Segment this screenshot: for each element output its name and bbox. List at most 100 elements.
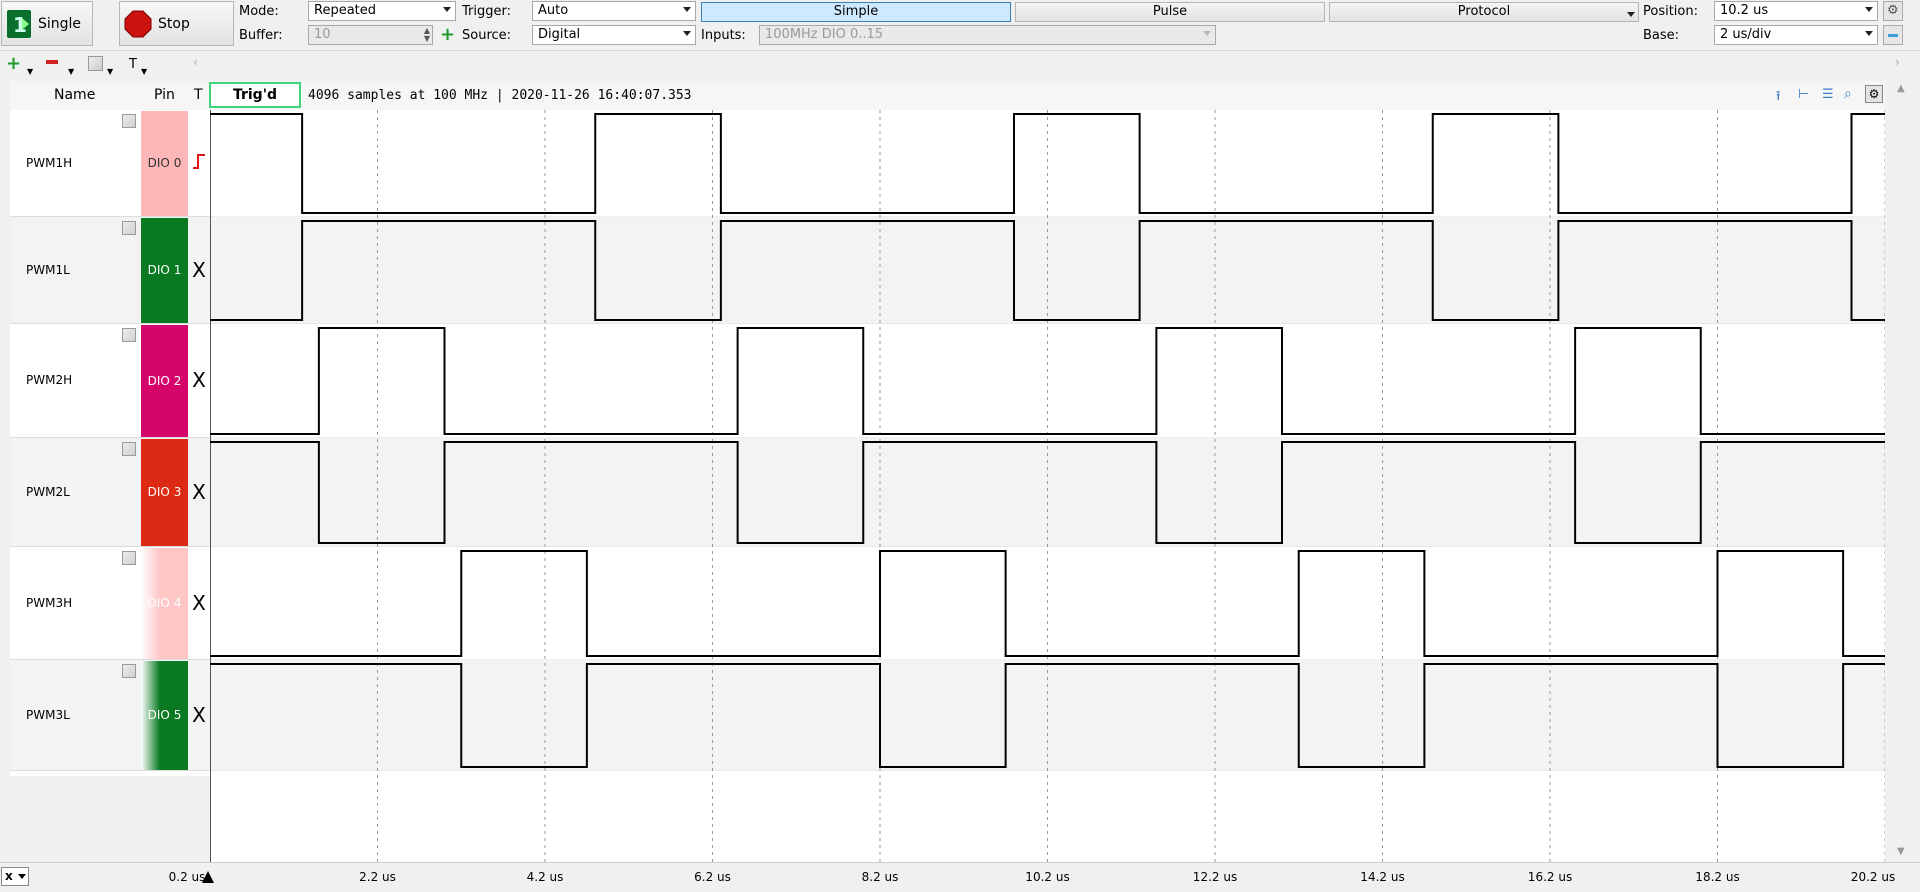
remove-channel-icon[interactable] — [46, 60, 58, 64]
inputs-select[interactable]: 100MHz DIO 0..15 — [759, 25, 1216, 45]
pin-badge[interactable]: DIO 0 — [141, 111, 188, 216]
trigger-position-marker[interactable] — [202, 871, 214, 883]
chevron-down-icon — [18, 874, 26, 879]
position-config-icon[interactable]: ⚙ — [1883, 1, 1903, 21]
scroll-down-icon[interactable]: ▼ — [1897, 846, 1905, 857]
channel-name: PWM3H — [26, 595, 73, 610]
tab-protocol[interactable]: Protocol — [1329, 2, 1639, 22]
list-icon[interactable]: ☰ — [1822, 87, 1834, 102]
trigger-ignore-icon[interactable]: X — [190, 368, 208, 392]
edit-channel-icon[interactable] — [122, 221, 136, 235]
mode-value: Repeated — [314, 3, 377, 18]
axis-menu-button[interactable]: x — [1, 867, 29, 886]
source-select[interactable]: Digital — [532, 25, 696, 45]
pin-badge[interactable]: DIO 1 — [141, 218, 188, 323]
chevron-down-icon[interactable]: ▼ — [107, 67, 113, 76]
inputs-value: 100MHz DIO 0..15 — [765, 27, 884, 42]
trigger-ignore-icon[interactable]: X — [190, 480, 208, 504]
add-channel-icon[interactable]: + — [6, 53, 21, 74]
time-tick-label: 16.2 us — [1527, 870, 1573, 884]
scroll-up-icon[interactable]: ▲ — [1897, 83, 1905, 94]
trigger-ignore-icon[interactable]: X — [190, 258, 208, 282]
stop-button[interactable]: Stop — [119, 1, 234, 46]
single-run-icon: 1 — [7, 9, 31, 38]
chevron-down-icon[interactable]: ▼ — [27, 67, 33, 76]
channel-row-pwm2l[interactable]: PWM2L DIO 3 X — [10, 438, 210, 547]
time-tick-label: 20.2 us — [1850, 870, 1896, 884]
channel-name: PWM1L — [26, 262, 70, 277]
rising-edge-trigger-icon[interactable] — [190, 151, 208, 175]
spin-arrows-icon: ▲ ▼ — [423, 26, 430, 43]
chevron-down-icon[interactable]: ▼ — [141, 67, 147, 76]
trigger-status-text: Trig'd — [232, 87, 278, 103]
chevron-down-icon — [683, 7, 691, 12]
single-button[interactable]: 1 Single — [1, 1, 93, 46]
channel-row-pwm3l[interactable]: PWM3L DIO 5 X — [10, 660, 210, 771]
pin-badge[interactable]: DIO 4 — [141, 548, 188, 659]
edit-channel-icon[interactable] — [122, 664, 136, 678]
inputs-label: Inputs: — [701, 28, 746, 43]
align-left-icon[interactable]: ⊢ — [1798, 87, 1809, 102]
pin-badge[interactable]: DIO 2 — [141, 325, 188, 437]
mode-label: Mode: — [239, 4, 279, 19]
pin-label: DIO 2 — [147, 374, 182, 388]
pin-badge[interactable]: DIO 3 — [141, 439, 188, 546]
trigger-ignore-icon[interactable]: X — [190, 591, 208, 615]
buffer-spinbox[interactable]: 10 ▲ ▼ — [308, 25, 433, 45]
waveform-plot[interactable] — [210, 110, 1885, 862]
channel-name: PWM2H — [26, 373, 73, 387]
chevron-down-icon — [683, 31, 691, 36]
vertical-scrollbar[interactable]: ▲ ▼ — [1885, 81, 1920, 861]
channel-toolbar: + ▼ ▼ ▼ T ▼ ‹ › — [0, 51, 1920, 81]
single-label: Single — [38, 15, 82, 32]
base-value: 2 us/div — [1720, 27, 1772, 42]
tab-pulse-label: Pulse — [1152, 4, 1188, 19]
time-tick-label: 2.2 us — [359, 870, 396, 884]
tab-simple[interactable]: Simple — [701, 2, 1011, 22]
position-select[interactable]: 10.2 us — [1714, 1, 1878, 21]
channel-row-pwm1h[interactable]: PWM1H DIO 0 — [10, 110, 210, 217]
channel-list: PWM1H DIO 0 PWM1L DIO 1 X PWM2H DIO 2 X PWM2L DIO… — [10, 110, 210, 776]
edit-channel-icon[interactable] — [88, 56, 103, 71]
time-tick-label: 8.2 us — [861, 870, 899, 884]
zoom-icon[interactable]: ⌕ — [1844, 86, 1852, 102]
edit-channel-icon[interactable] — [122, 442, 136, 456]
scroll-right-icon[interactable]: › — [1895, 55, 1900, 69]
channel-row-pwm1l[interactable]: PWM1L DIO 1 X — [10, 217, 210, 324]
edit-channel-icon[interactable] — [122, 551, 136, 565]
channel-name: PWM3L — [26, 707, 70, 722]
stop-label: Stop — [158, 15, 190, 32]
chevron-down-icon — [443, 7, 451, 12]
pin-label: DIO 1 — [147, 263, 182, 277]
edit-channel-icon[interactable] — [122, 114, 136, 128]
pin-badge[interactable]: DIO 5 — [141, 661, 188, 770]
trigger-ignore-icon[interactable]: X — [190, 703, 208, 727]
scroll-left-icon[interactable]: ‹ — [193, 55, 198, 69]
time-tick-label: 6.2 us — [694, 870, 731, 884]
base-config-icon[interactable] — [1883, 25, 1903, 45]
edit-channel-icon[interactable] — [122, 328, 136, 342]
type-menu-label[interactable]: T — [129, 57, 137, 72]
time-tick-label: 14.2 us — [1360, 870, 1405, 884]
chevron-down-icon[interactable]: ▼ — [68, 67, 74, 76]
chevron-down-icon — [1865, 31, 1873, 36]
channel-row-pwm3h[interactable]: PWM3H DIO 4 X — [10, 547, 210, 660]
tab-pulse[interactable]: Pulse — [1015, 2, 1325, 22]
mode-select[interactable]: Repeated — [308, 1, 456, 21]
base-label: Base: — [1643, 28, 1680, 43]
axis-menu-label: x — [5, 869, 13, 883]
channel-header: Name Pin T Trig'd 4096 samples at 100 MH… — [10, 81, 1885, 111]
base-select[interactable]: 2 us/div — [1714, 25, 1878, 45]
settings-icon[interactable]: ⚙ — [1865, 85, 1883, 103]
trigger-value: Auto — [538, 3, 569, 18]
channel-row-pwm2h[interactable]: PWM2H DIO 2 X — [10, 324, 210, 438]
time-tick-label: 18.2 us — [1695, 870, 1740, 884]
cursor-up-icon[interactable]: ⭱ — [1776, 87, 1781, 109]
pin-label: DIO 3 — [147, 485, 182, 499]
add-source-icon[interactable]: + — [440, 26, 455, 44]
chevron-down-icon — [1627, 12, 1635, 17]
position-label: Position: — [1643, 4, 1698, 19]
trigger-select[interactable]: Auto — [532, 1, 696, 21]
time-axis: x 0.2 us 2.2 us 4.2 us 6.2 us 8.2 us 10.2 us 1… — [0, 862, 1920, 892]
source-label: Source: — [462, 28, 512, 43]
